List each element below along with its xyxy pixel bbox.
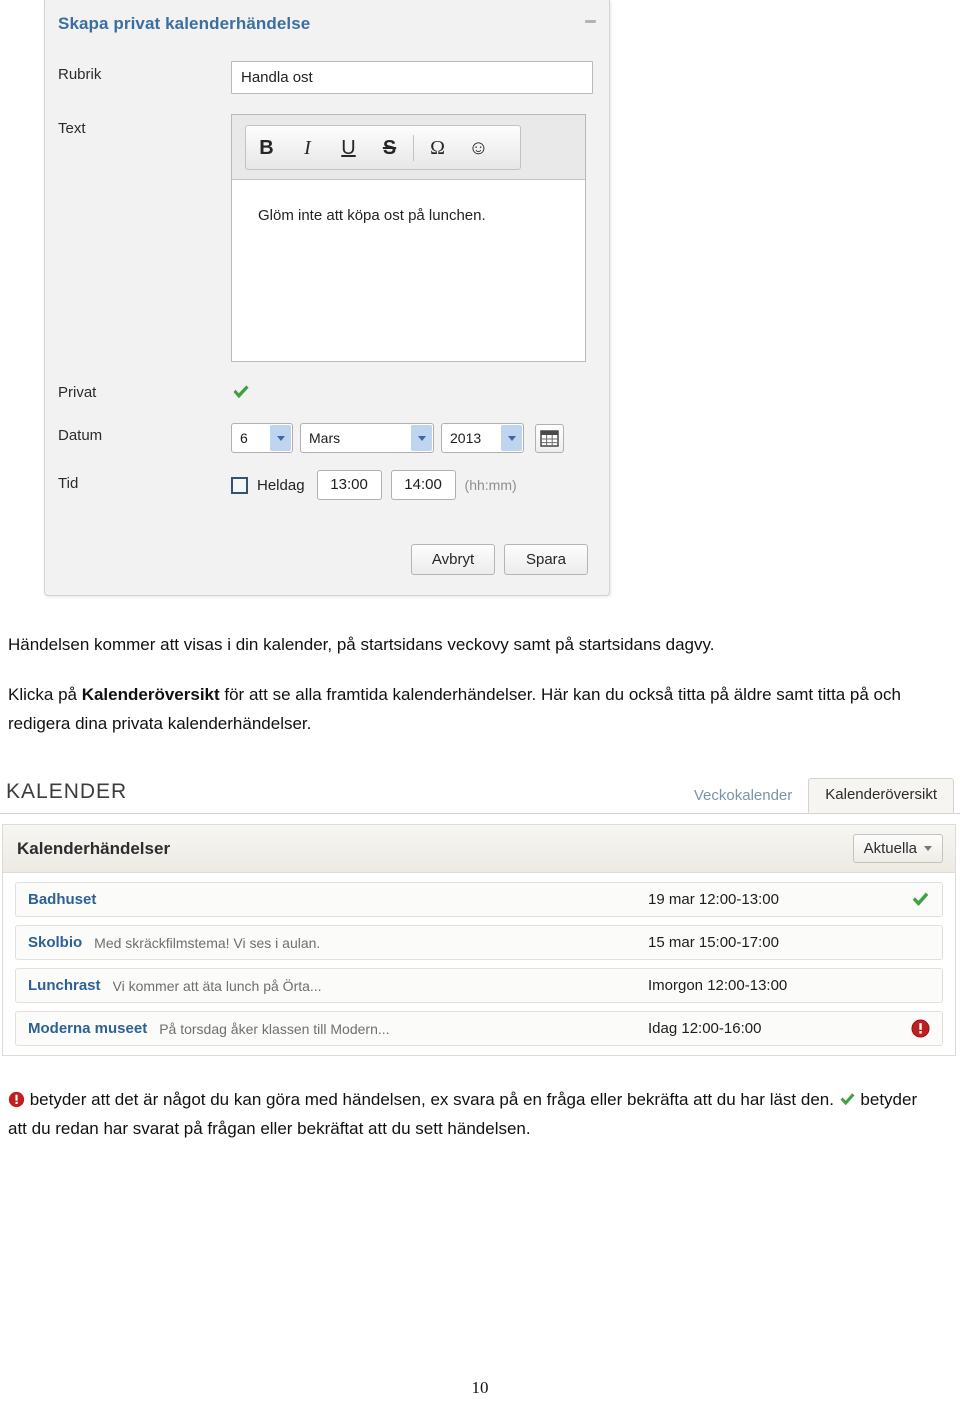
time-format-hint: (hh:mm) <box>464 477 517 493</box>
rich-text-editor: B I U S Ω ☺ Glöm inte att köpa ost på lu… <box>231 114 586 362</box>
green-check-icon[interactable] <box>910 890 930 910</box>
paragraph-two-pre: Klicka på <box>8 685 82 704</box>
paragraph-one: Händelsen kommer att visas i din kalende… <box>8 635 715 654</box>
event-list: Badhuset 19 mar 12:00-13:00 Skolbio Med … <box>3 874 955 1046</box>
special-character-icon[interactable]: Ω <box>417 138 458 158</box>
year-select-value: 2013 <box>450 430 482 446</box>
event-time: Idag 12:00-16:00 <box>648 1020 762 1037</box>
year-select[interactable]: 2013 <box>441 423 524 453</box>
list-item[interactable]: Badhuset 19 mar 12:00-13:00 <box>15 882 943 917</box>
green-check-icon <box>839 1088 856 1106</box>
list-item[interactable]: Lunchrast Vi kommer att äta lunch på Ört… <box>15 968 943 1003</box>
start-time-input[interactable]: 13:00 <box>316 470 382 500</box>
save-button[interactable]: Spara <box>504 544 588 575</box>
toolbar-divider <box>413 134 414 161</box>
event-time: 19 mar 12:00-13:00 <box>648 891 779 908</box>
dialog-actions: Avbryt Spara <box>411 544 588 575</box>
event-description: Med skräckfilmstema! Vi ses i aulan. <box>94 934 321 951</box>
event-status-empty <box>910 933 930 953</box>
event-status-empty <box>910 976 930 996</box>
emoticon-icon[interactable]: ☺ <box>458 138 499 158</box>
rubrik-input[interactable] <box>231 61 593 94</box>
red-alert-icon <box>8 1088 25 1108</box>
dialog-title: Skapa privat kalenderhändelse <box>58 14 311 33</box>
calendar-overview-screenshot: KALENDER Veckokalender Kalenderöversikt … <box>0 772 960 1062</box>
calendar-events-panel: Kalenderhändelser Aktuella Badhuset 19 m… <box>2 824 956 1056</box>
chevron-down-icon <box>270 425 291 451</box>
filter-dropdown-label: Aktuella <box>863 840 917 857</box>
event-time: Imorgon 12:00-13:00 <box>648 977 788 994</box>
red-alert-icon[interactable] <box>910 1019 930 1039</box>
green-check-icon[interactable] <box>231 382 251 402</box>
calendar-heading: KALENDER <box>6 780 128 803</box>
day-select[interactable]: 6 <box>231 423 293 453</box>
minimize-icon[interactable] <box>585 20 596 23</box>
legend-alert-text: betyder att det är något du kan göra med… <box>25 1090 839 1109</box>
editor-body[interactable]: Glöm inte att köpa ost på lunchen. <box>232 179 585 361</box>
datum-label: Datum <box>58 427 103 444</box>
privat-label: Privat <box>58 384 97 401</box>
calendar-tabs: Veckokalender Kalenderöversikt <box>678 778 954 813</box>
tab-kalenderoversikt[interactable]: Kalenderöversikt <box>808 778 954 813</box>
month-select-value: Mars <box>309 430 341 446</box>
event-title[interactable]: Moderna museet <box>28 1020 147 1037</box>
event-title[interactable]: Skolbio <box>28 934 82 951</box>
event-time: 15 mar 15:00-17:00 <box>648 934 779 951</box>
paragraph-two-bold: Kalenderöversikt <box>81 685 220 704</box>
cancel-button[interactable]: Avbryt <box>411 544 495 575</box>
editor-toolbar: B I U S Ω ☺ <box>245 125 521 170</box>
time-controls: Heldag 13:00 14:00 (hh:mm) <box>231 470 517 500</box>
paragraph-two: Klicka på Kalenderöversikt för att se al… <box>8 680 938 738</box>
heldag-checkbox[interactable] <box>231 476 248 494</box>
bold-icon[interactable]: B <box>246 138 287 158</box>
panel-title: Kalenderhändelser <box>17 839 171 858</box>
text-label: Text <box>58 120 86 137</box>
chevron-down-icon <box>501 425 522 451</box>
chevron-down-icon <box>411 425 432 451</box>
day-select-value: 6 <box>240 430 248 446</box>
tid-label: Tid <box>58 475 79 492</box>
calendar-icon[interactable] <box>535 423 564 453</box>
event-title[interactable]: Lunchrast <box>28 977 101 994</box>
date-selectors: 6 Mars 2013 <box>231 423 564 453</box>
filter-dropdown-button[interactable]: Aktuella <box>852 834 943 863</box>
list-item[interactable]: Moderna museet På torsdag åker klassen t… <box>15 1011 943 1046</box>
list-item[interactable]: Skolbio Med skräckfilmstema! Vi ses i au… <box>15 925 943 960</box>
rubrik-label: Rubrik <box>58 66 102 83</box>
heldag-label: Heldag <box>257 476 305 494</box>
month-select[interactable]: Mars <box>300 423 434 453</box>
event-title[interactable]: Badhuset <box>28 891 96 908</box>
panel-header: Kalenderhändelser Aktuella <box>3 825 955 873</box>
underline-icon[interactable]: U <box>328 138 369 158</box>
page-number: 10 <box>471 1378 489 1397</box>
event-description: Vi kommer att äta lunch på Örta... <box>112 977 322 994</box>
calendar-header: KALENDER Veckokalender Kalenderöversikt <box>0 772 960 814</box>
tab-veckokalender[interactable]: Veckokalender <box>678 780 808 813</box>
create-event-dialog-screenshot: Skapa privat kalenderhändelse Rubrik Tex… <box>0 0 612 600</box>
header-divider <box>0 813 960 814</box>
event-description: På torsdag åker klassen till Modern... <box>159 1020 390 1037</box>
italic-icon[interactable]: I <box>287 138 328 158</box>
end-time-input[interactable]: 14:00 <box>390 470 456 500</box>
legend-paragraph: betyder att det är något du kan göra med… <box>8 1085 938 1143</box>
strikethrough-icon[interactable]: S <box>369 138 410 158</box>
chevron-down-icon <box>924 846 932 851</box>
